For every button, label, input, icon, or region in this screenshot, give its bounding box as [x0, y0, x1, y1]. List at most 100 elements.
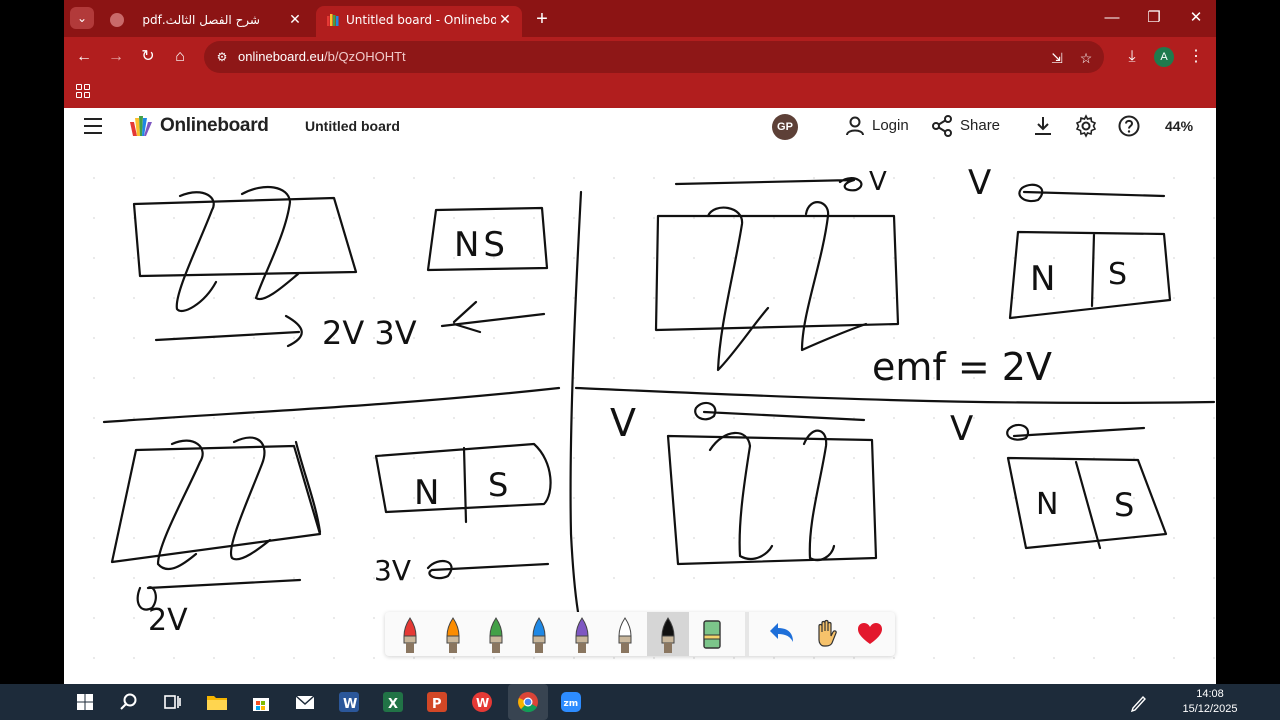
- tab-close-icon[interactable]: ✕: [286, 10, 304, 28]
- chrome-menu-icon[interactable]: ⋮: [1184, 45, 1208, 69]
- brand-name[interactable]: Onlineboard: [160, 115, 269, 137]
- clock-date: 15/12/2025: [1182, 703, 1238, 715]
- taskbar: W X P W zm 14:08 15/12/2025: [0, 684, 1280, 720]
- q2-emf: emf = 2V: [872, 345, 1052, 389]
- crayon-purple-button[interactable]: [561, 612, 603, 656]
- tab-title: Untitled board - Onlineboard: [346, 13, 496, 27]
- clock-time: 14:08: [1196, 688, 1224, 700]
- svg-text:W: W: [476, 696, 489, 710]
- q4-magnet: [1006, 456, 1168, 550]
- download-board-icon[interactable]: [1031, 114, 1055, 138]
- q4-magnet-s: S: [1114, 486, 1134, 524]
- divider-vertical: [569, 190, 583, 614]
- undo-icon: [770, 623, 793, 642]
- url-host: onlineboard.eu: [238, 49, 325, 64]
- crayon-white-button[interactable]: [604, 612, 646, 656]
- menu-icon[interactable]: [84, 118, 102, 134]
- microsoft-store-icon[interactable]: [248, 689, 274, 715]
- q3-label-right: 3V: [374, 554, 411, 587]
- q2-top-label: V: [869, 167, 887, 197]
- crayon-icon: [403, 617, 417, 653]
- divider-horizontal-right: [574, 386, 1216, 405]
- install-app-icon[interactable]: ⇲: [1046, 47, 1068, 69]
- q1-voltage-labels: 2V 3V: [322, 314, 417, 352]
- url-path: /b/QzOHOHTt: [324, 49, 406, 64]
- tab-onlineboard[interactable]: Untitled board - Onlineboard ✕: [316, 6, 522, 37]
- reload-icon[interactable]: ↻: [136, 45, 160, 69]
- apps-grid-icon[interactable]: [76, 84, 90, 98]
- palette-separator: [745, 612, 749, 656]
- onlineboard-favicon-icon: [327, 14, 339, 26]
- pen-menu-icon[interactable]: [1126, 689, 1152, 715]
- wps-office-icon[interactable]: W: [469, 689, 495, 715]
- board-title[interactable]: Untitled board: [305, 118, 400, 134]
- file-explorer-icon[interactable]: [204, 689, 230, 715]
- tab-search-button[interactable]: ⌄: [70, 7, 94, 29]
- tab-pdf[interactable]: شرح الفصل الثالث.pdf ✕: [100, 6, 312, 37]
- search-icon[interactable]: [116, 689, 142, 715]
- mail-icon[interactable]: [292, 689, 318, 715]
- new-tab-button[interactable]: +: [530, 7, 554, 31]
- globe-icon: [110, 13, 124, 27]
- q3-magnet-s: S: [488, 466, 508, 504]
- q1-arrow: [440, 300, 546, 334]
- system-clock[interactable]: 14:08 15/12/2025: [1150, 687, 1270, 717]
- crayon-blue-button[interactable]: [518, 612, 560, 656]
- bookmarks-bar: [64, 77, 1216, 108]
- eraser-icon: [703, 620, 721, 649]
- hand-tool[interactable]: [806, 612, 848, 656]
- close-window-icon[interactable]: ✕: [1176, 5, 1216, 31]
- restore-icon[interactable]: ❐: [1134, 5, 1174, 31]
- crayon-black-button[interactable]: [647, 612, 689, 656]
- undo-button[interactable]: [763, 612, 805, 656]
- zoom-app-icon[interactable]: zm: [558, 689, 584, 715]
- onlineboard-logo-icon: [130, 116, 152, 136]
- powerpoint-icon[interactable]: P: [424, 689, 450, 715]
- excel-icon[interactable]: X: [380, 689, 406, 715]
- q2-coil: [654, 201, 900, 372]
- chrome-icon[interactable]: [515, 689, 541, 715]
- q4-magnet-n: N: [1036, 487, 1058, 522]
- login-button[interactable]: Login: [872, 114, 909, 138]
- address-bar[interactable]: ⚙ onlineboard.eu/b/QzOHOHTt ⇲ ☆: [204, 41, 1104, 73]
- crayon-icon: [489, 617, 503, 653]
- forward-icon[interactable]: →: [104, 45, 128, 69]
- like-button[interactable]: [849, 612, 891, 656]
- crayon-icon: [575, 617, 589, 653]
- share-button[interactable]: Share: [960, 114, 1000, 138]
- settings-gear-icon[interactable]: [1074, 114, 1098, 138]
- user-icon[interactable]: [843, 114, 867, 138]
- minimize-icon[interactable]: —: [1092, 5, 1132, 31]
- windows-start-icon[interactable]: [72, 689, 98, 715]
- site-info-icon[interactable]: ⚙: [214, 49, 230, 65]
- svg-text:X: X: [388, 697, 398, 712]
- crayon-orange-button[interactable]: [432, 612, 474, 656]
- task-view-icon[interactable]: [159, 689, 185, 715]
- eraser-tool[interactable]: [691, 612, 733, 656]
- crayon-red-button[interactable]: [389, 612, 431, 656]
- share-icon[interactable]: [930, 114, 954, 138]
- back-icon[interactable]: ←: [72, 45, 96, 69]
- q2-magnet-s: S: [1108, 257, 1127, 292]
- profile-avatar[interactable]: A: [1154, 47, 1174, 67]
- heart-icon: [858, 623, 882, 644]
- svg-text:W: W: [343, 697, 357, 712]
- bookmark-star-icon[interactable]: ☆: [1075, 47, 1097, 69]
- crayon-green-button[interactable]: [475, 612, 517, 656]
- browser-window: ⌄ شرح الفصل الثالث.pdf ✕ Untitled board …: [64, 0, 1216, 684]
- q4-wire-left: [694, 401, 866, 422]
- user-avatar[interactable]: GP: [772, 114, 798, 140]
- svg-text:zm: zm: [564, 699, 579, 709]
- help-icon[interactable]: [1117, 114, 1141, 138]
- tab-close-icon[interactable]: ✕: [496, 10, 514, 28]
- q2-magnet-n: N: [1030, 259, 1055, 299]
- q1-magnet-label: NS: [454, 225, 509, 265]
- q3-magnet-n: N: [414, 473, 439, 513]
- home-icon[interactable]: ⌂: [168, 45, 192, 69]
- whiteboard-canvas[interactable]: NS 2V 3V V V N S emf = 2V 2V N S 3V V V …: [64, 144, 1216, 684]
- browser-toolbar: ← → ↻ ⌂ ⚙ onlineboard.eu/b/QzOHOHTt ⇲ ☆ …: [64, 37, 1216, 77]
- zoom-level[interactable]: 44%: [1165, 118, 1193, 134]
- download-icon[interactable]: ⤓: [1120, 45, 1144, 69]
- screen: ⌄ شرح الفصل الثالث.pdf ✕ Untitled board …: [0, 0, 1280, 720]
- word-icon[interactable]: W: [336, 689, 362, 715]
